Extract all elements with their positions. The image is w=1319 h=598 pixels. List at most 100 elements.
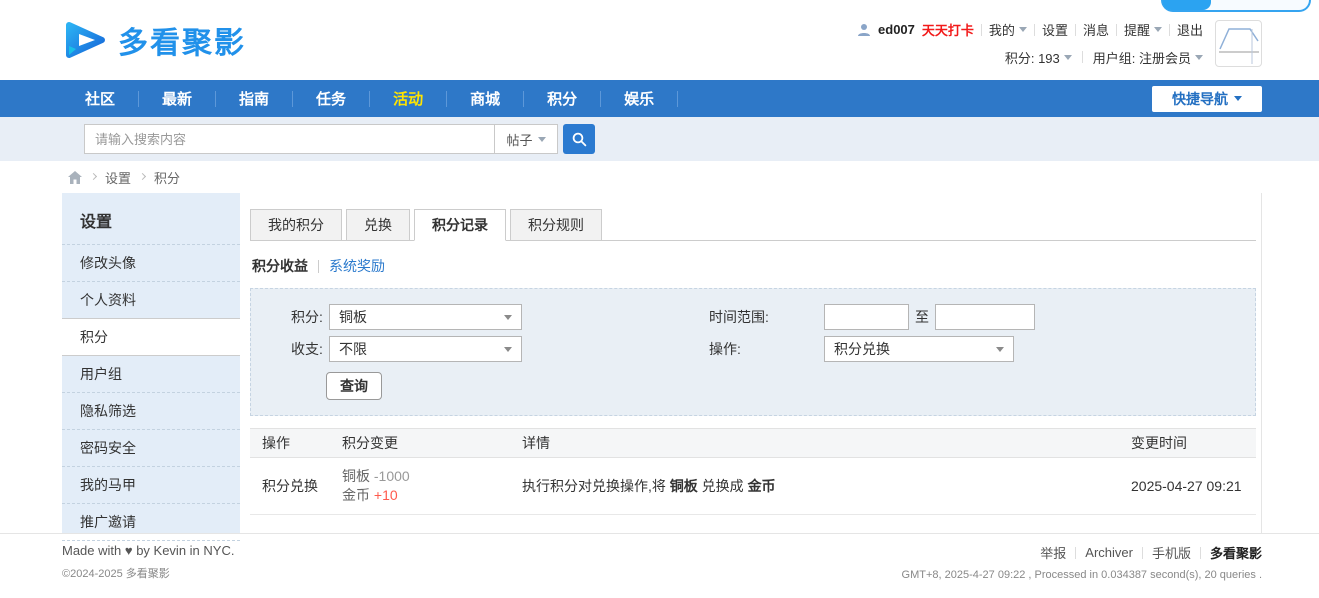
credit-type-select[interactable]: 铜板 xyxy=(329,304,522,330)
footer-link-brand[interactable]: 多看聚影 xyxy=(1210,543,1262,562)
chevron-down-icon xyxy=(1019,27,1027,32)
nav-item-guide[interactable]: 指南 xyxy=(216,80,292,117)
breadcrumb-settings[interactable]: 设置 xyxy=(105,168,131,187)
breadcrumb: 设置 积分 xyxy=(0,161,1319,193)
play-logo-icon xyxy=(62,16,110,64)
query-button[interactable]: 查询 xyxy=(326,372,382,400)
corner-popup-remnant xyxy=(1161,0,1311,12)
main-area: 设置 修改头像 个人资料 积分 用户组 隐私筛选 密码安全 我的马甲 推广邀请 … xyxy=(0,193,1319,533)
page: 多看聚影 ed007 天天打卡 我的 设置 消息 xyxy=(0,0,1319,598)
col-header-detail: 详情 xyxy=(522,433,1131,453)
nav-item-community[interactable]: 社区 xyxy=(62,80,138,117)
checkin-badge[interactable]: 天天打卡 xyxy=(922,20,974,39)
subnav-income[interactable]: 积分收益 xyxy=(252,256,308,276)
change-line-copper: 铜板 -1000 xyxy=(342,468,410,484)
time-to-input[interactable] xyxy=(935,304,1035,330)
footer-copyright: ©2024-2025 多看聚影 xyxy=(62,565,234,581)
chevron-down-icon xyxy=(538,137,546,142)
tab-credit-rules[interactable]: 积分规则 xyxy=(510,209,602,240)
divider xyxy=(677,91,678,107)
sidebar-item-profile[interactable]: 个人资料 xyxy=(62,282,240,319)
breadcrumb-separator xyxy=(90,173,97,180)
tab-my-credits[interactable]: 我的积分 xyxy=(250,209,342,240)
time-range-filter: 时间范围: 至 xyxy=(709,304,1035,330)
search-scope-select[interactable]: 帖子 xyxy=(494,124,558,154)
menu-settings[interactable]: 设置 xyxy=(1042,20,1068,39)
menu-logout[interactable]: 退出 xyxy=(1177,20,1203,39)
sidebar-item-alias[interactable]: 我的马甲 xyxy=(62,467,240,504)
username[interactable]: ed007 xyxy=(878,22,915,37)
chevron-down-icon xyxy=(1154,27,1162,32)
subnav-system-reward[interactable]: 系统奖励 xyxy=(329,256,385,276)
menu-notifications[interactable]: 提醒 xyxy=(1124,20,1162,39)
log-subnav: 积分收益 系统奖励 xyxy=(252,256,1256,276)
footer-link-report[interactable]: 举报 xyxy=(1040,543,1066,562)
search-input[interactable] xyxy=(84,124,494,154)
col-header-time: 变更时间 xyxy=(1131,433,1256,453)
time-from-input[interactable] xyxy=(824,304,909,330)
credit-filter: 积分: 铜板 xyxy=(251,304,709,330)
footer-links: 举报 Archiver 手机版 多看聚影 xyxy=(902,543,1262,562)
nav-item-activity[interactable]: 活动 xyxy=(370,80,446,117)
divider xyxy=(1169,24,1170,36)
cell-change: 铜板 -1000 金币 +10 xyxy=(342,467,522,505)
nav-item-entertainment[interactable]: 娱乐 xyxy=(601,80,677,117)
credit-log-table: 操作 积分变更 详情 变更时间 积分兑换 铜板 -1000 金币 +10 执行积… xyxy=(250,428,1256,515)
operation-select[interactable]: 积分兑换 xyxy=(824,336,1014,362)
menu-messages[interactable]: 消息 xyxy=(1083,20,1109,39)
search-button[interactable] xyxy=(563,124,595,154)
chevron-down-icon xyxy=(1234,96,1242,101)
site-logo[interactable]: 多看聚影 xyxy=(62,16,246,64)
nav-item-mall[interactable]: 商城 xyxy=(447,80,523,117)
income-filter: 收支: 不限 xyxy=(251,336,709,362)
divider xyxy=(1142,547,1143,559)
tab-credit-log[interactable]: 积分记录 xyxy=(414,209,506,241)
usergroup-summary[interactable]: 用户组: 注册会员 xyxy=(1093,48,1203,67)
quick-nav-button[interactable]: 快捷导航 xyxy=(1152,86,1262,112)
divider xyxy=(1034,24,1035,36)
credit-filter-label: 积分: xyxy=(291,307,329,327)
menu-my[interactable]: 我的 xyxy=(989,20,1027,39)
cell-detail: 执行积分对兑换操作,将 铜板 兑换成 金币 xyxy=(522,476,1131,496)
footer-right: 举报 Archiver 手机版 多看聚影 GMT+8, 2025-4-27 09… xyxy=(902,543,1262,581)
thumbnail-sketch-icon xyxy=(1217,21,1261,65)
income-filter-label: 收支: xyxy=(291,339,329,359)
divider xyxy=(1200,547,1201,559)
table-row: 积分兑换 铜板 -1000 金币 +10 执行积分对兑换操作,将 铜板 兑换成 … xyxy=(250,458,1256,515)
income-type-select[interactable]: 不限 xyxy=(329,336,522,362)
filter-row-2: 收支: 不限 操作: 积分兑换 xyxy=(251,336,1255,362)
corner-popup-fill xyxy=(1163,0,1211,10)
breadcrumb-credits[interactable]: 积分 xyxy=(154,168,180,187)
sidebar-item-avatar[interactable]: 修改头像 xyxy=(62,245,240,282)
filter-row-1: 积分: 铜板 时间范围: 至 xyxy=(251,304,1255,330)
sidebar-item-password[interactable]: 密码安全 xyxy=(62,430,240,467)
footer-link-mobile[interactable]: 手机版 xyxy=(1152,543,1191,562)
table-header-row: 操作 积分变更 详情 变更时间 xyxy=(250,428,1256,458)
home-icon[interactable] xyxy=(68,171,82,184)
filter-row-3: 查询 xyxy=(251,372,1255,400)
operation-filter-label: 操作: xyxy=(709,339,824,359)
profile-thumbnail[interactable] xyxy=(1215,20,1262,67)
nav-item-tasks[interactable]: 任务 xyxy=(293,80,369,117)
user-lines: ed007 天天打卡 我的 设置 消息 提醒 退出 积分: 193 用户 xyxy=(857,20,1203,67)
chevron-down-icon xyxy=(1195,55,1203,60)
credits-summary[interactable]: 积分: 193 xyxy=(1005,48,1072,67)
nav-items: 社区 最新 指南 任务 活动 商城 积分 娱乐 xyxy=(62,80,1152,117)
positive-amount: +10 xyxy=(374,487,398,503)
footer-meta: GMT+8, 2025-4-27 09:22 , Processed in 0.… xyxy=(902,569,1262,581)
sidebar-item-usergroup[interactable]: 用户组 xyxy=(62,356,240,393)
settings-sidebar: 设置 修改头像 个人资料 积分 用户组 隐私筛选 密码安全 我的马甲 推广邀请 xyxy=(62,193,240,533)
sidebar-item-privacy[interactable]: 隐私筛选 xyxy=(62,393,240,430)
col-header-operation: 操作 xyxy=(250,433,342,453)
footer-made-with: Made with ♥ by Kevin in NYC. xyxy=(62,543,234,558)
nav-item-credits[interactable]: 积分 xyxy=(524,80,600,117)
footer-link-archiver[interactable]: Archiver xyxy=(1085,545,1133,560)
negative-amount: -1000 xyxy=(374,468,410,484)
nav-item-latest[interactable]: 最新 xyxy=(139,80,215,117)
sidebar-item-invite[interactable]: 推广邀请 xyxy=(62,504,240,541)
search-box: 帖子 xyxy=(84,124,595,154)
sidebar-title: 设置 xyxy=(62,193,240,245)
cell-operation: 积分兑换 xyxy=(250,476,342,496)
sidebar-item-credits[interactable]: 积分 xyxy=(62,318,240,356)
tab-exchange[interactable]: 兑换 xyxy=(346,209,410,240)
